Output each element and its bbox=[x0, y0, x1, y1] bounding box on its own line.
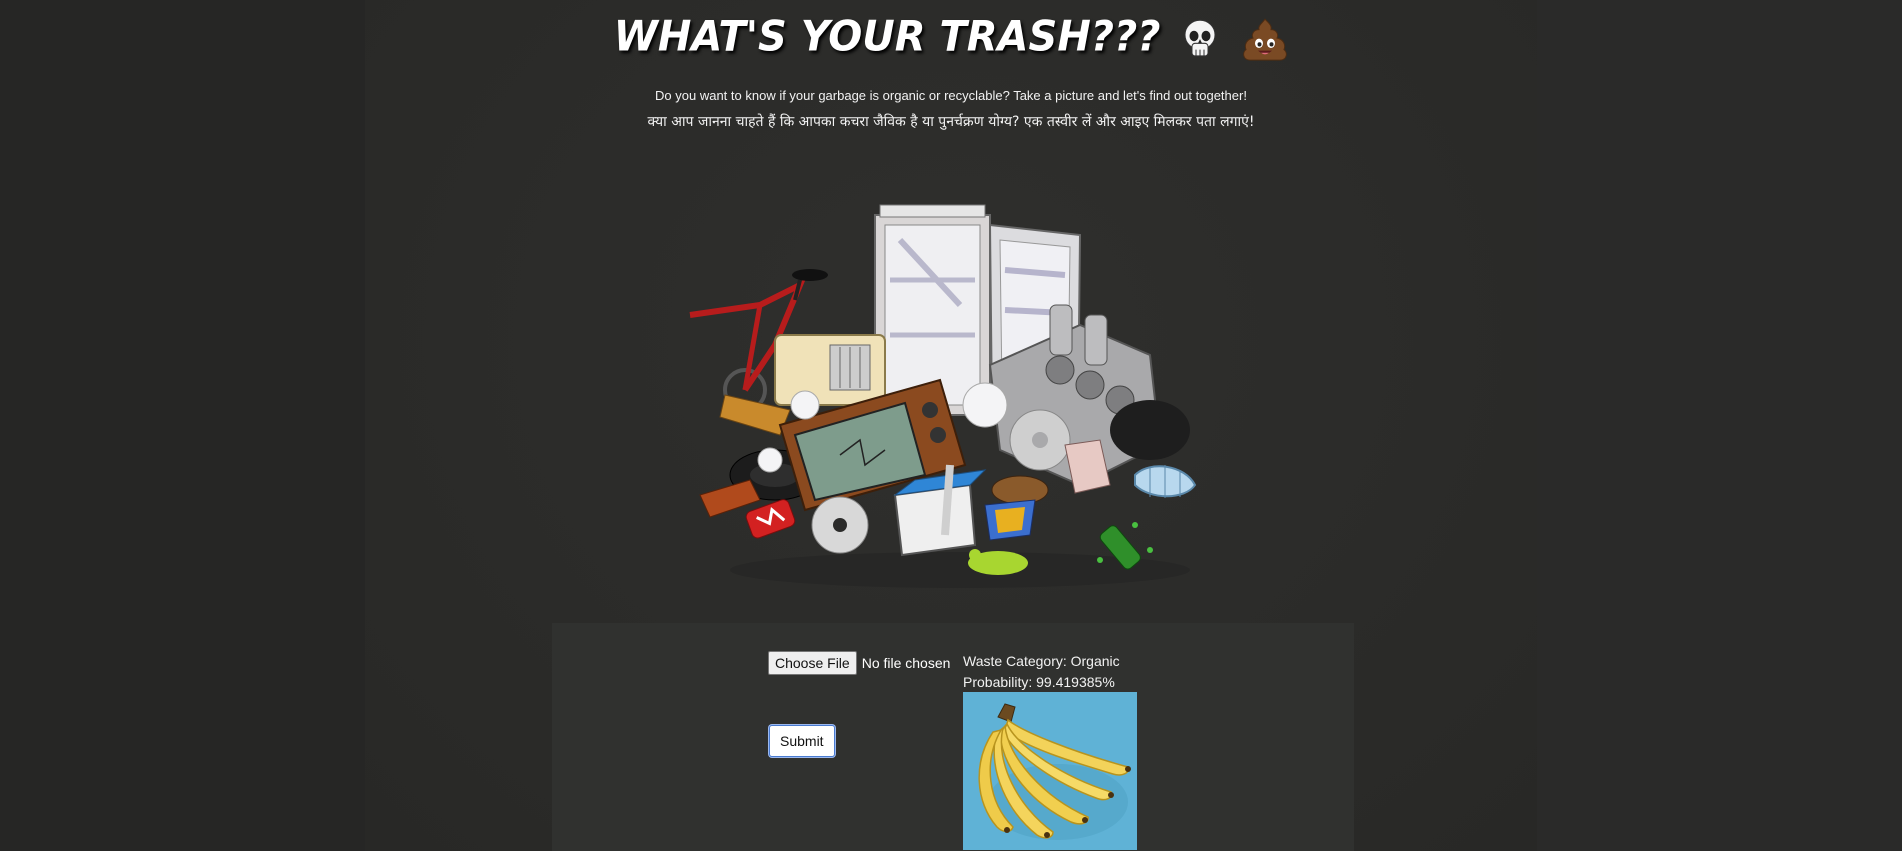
upload-panel bbox=[552, 623, 1354, 851]
submit-button[interactable]: Submit bbox=[769, 725, 835, 757]
trash-pile-illustration bbox=[689, 204, 1197, 588]
page-title: WHAT'S YOUR TRASH??? bbox=[0, 13, 1902, 61]
file-status-text: No file chosen bbox=[861, 655, 951, 671]
page: WHAT'S YOUR TRASH??? Do you want to know… bbox=[0, 0, 1902, 851]
choose-file-button[interactable]: Choose File bbox=[768, 651, 857, 675]
prediction-result: Waste Category: Organic Probability: 99.… bbox=[963, 651, 1120, 693]
page-title-text: WHAT'S YOUR TRASH??? bbox=[613, 12, 1161, 62]
file-input[interactable]: Choose File No file chosen bbox=[768, 650, 950, 676]
waste-category-text: Waste Category: Organic bbox=[963, 653, 1120, 669]
probability-text: Probability: 99.419385% bbox=[963, 674, 1115, 690]
intro-english: Do you want to know if your garbage is o… bbox=[655, 88, 1247, 103]
banana-bunch-image bbox=[963, 692, 1137, 850]
intro-hindi: क्या आप जानना चाहते हैं कि आपका कचरा जैव… bbox=[647, 114, 1255, 130]
skull-icon bbox=[1184, 19, 1216, 57]
pile-of-poo-icon bbox=[1243, 18, 1288, 61]
uploaded-image-preview bbox=[963, 692, 1137, 850]
